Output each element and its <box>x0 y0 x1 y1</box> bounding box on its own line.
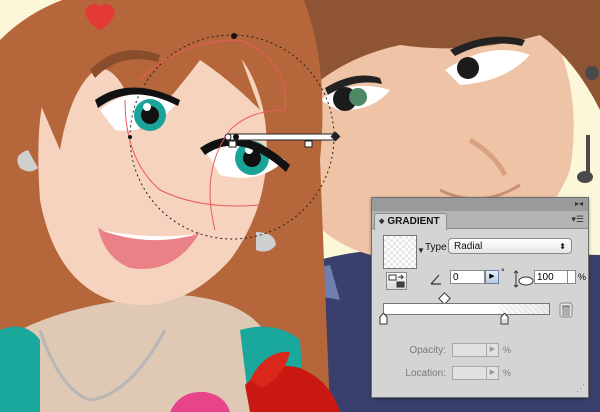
resize-grip-icon[interactable]: ⋰ <box>576 383 585 394</box>
gradient-top-handle[interactable] <box>231 33 237 39</box>
gradient-origin-handle[interactable] <box>224 133 232 141</box>
boy-left-iris-ring <box>349 88 367 106</box>
boy-right-iris <box>457 57 479 79</box>
angle-input[interactable]: 0 <box>450 270 485 284</box>
girl-left-glint <box>143 103 151 111</box>
panel-titlebar[interactable]: ▸◂ <box>372 198 588 211</box>
tab-gradient-label: GRADIENT <box>387 216 440 227</box>
gradient-slider[interactable] <box>383 303 550 315</box>
panel-tabstrip: ◆ GRADIENT ▾☰ <box>372 211 588 230</box>
gradient-swatch[interactable] <box>383 235 417 269</box>
trash-icon[interactable] <box>559 302 573 318</box>
opacity-dropdown-button[interactable]: ▶ <box>487 343 499 357</box>
type-label: Type <box>425 242 447 253</box>
aspect-percent-symbol: % <box>578 272 587 282</box>
type-select-value: Radial <box>454 241 483 252</box>
reverse-gradient-icon <box>388 274 405 288</box>
gradient-origin-dot[interactable] <box>233 134 239 140</box>
gradient-bar[interactable] <box>227 133 337 141</box>
aspect-ratio-input[interactable]: 100 <box>534 270 568 284</box>
tab-gradient[interactable]: ◆ GRADIENT <box>374 213 447 230</box>
radius-handle-left[interactable] <box>128 135 132 139</box>
gradient-stop-left[interactable] <box>228 140 237 148</box>
gradient-stop-right[interactable] <box>304 140 313 148</box>
gradient-stop-end[interactable] <box>500 313 509 325</box>
gradient-stop-start[interactable] <box>379 313 388 325</box>
reverse-gradient-button[interactable] <box>386 272 407 290</box>
swatch-dropdown-icon[interactable]: ▼ <box>417 246 425 255</box>
opacity-label: Opacity: <box>409 345 446 356</box>
panel-menu-icon[interactable]: ▾☰ <box>571 214 584 225</box>
double-triangle-icon[interactable]: ◆ <box>379 214 384 230</box>
location-percent-symbol: % <box>503 368 512 378</box>
aspect-ratio-icon <box>513 270 534 288</box>
degree-symbol: ° <box>501 267 505 277</box>
opacity-percent-symbol: % <box>503 345 512 355</box>
girl-figure <box>0 0 330 412</box>
chevron-updown-icon: ⬍ <box>559 242 566 251</box>
angle-icon <box>430 274 441 285</box>
aspect-ratio-stepper[interactable] <box>568 270 576 284</box>
angle-dropdown-button[interactable]: ▶ <box>485 270 499 284</box>
location-input[interactable] <box>452 366 487 380</box>
panel-collapse-icon[interactable]: ▸◂ <box>575 199 583 208</box>
type-select[interactable]: Radial ⬍ <box>448 238 572 254</box>
opacity-input[interactable] <box>452 343 487 357</box>
gradient-panel: ▸◂ ◆ GRADIENT ▾☰ ▼ Type Radial ⬍ 0 ▶ ° 1… <box>371 197 589 398</box>
location-dropdown-button[interactable]: ▶ <box>487 366 499 380</box>
location-label: Location: <box>405 368 446 379</box>
girl-scarf <box>0 326 40 412</box>
